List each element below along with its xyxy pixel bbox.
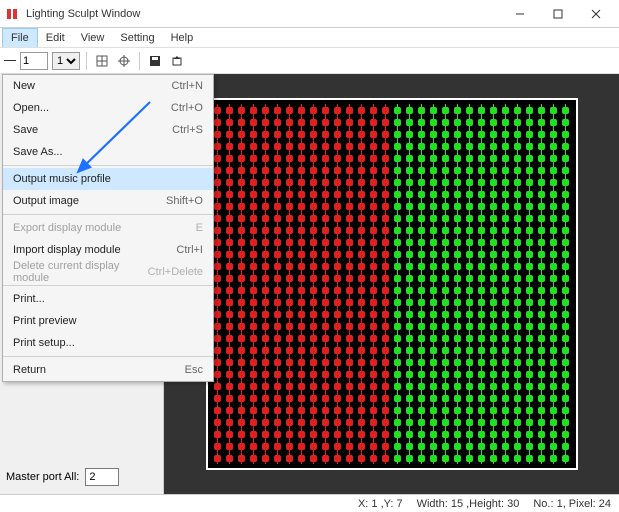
menu-file[interactable]: File [2, 28, 38, 47]
menu-item-output-music-profile[interactable]: Output music profile [3, 168, 213, 190]
master-port-label: Master port All: [6, 471, 79, 483]
menu-setting[interactable]: Setting [112, 28, 162, 47]
pixel-grid[interactable] [212, 104, 572, 464]
menu-item-print[interactable]: Print... [3, 288, 213, 310]
window-title: Lighting Sculpt Window [26, 8, 501, 20]
status-dims: Width: 15 ,Height: 30 [417, 498, 520, 510]
titlebar: Lighting Sculpt Window [0, 0, 619, 28]
window-controls [501, 2, 615, 26]
app-icon [4, 6, 20, 22]
menu-item-open[interactable]: Open...Ctrl+O [3, 97, 213, 119]
separator [139, 52, 140, 70]
line-style-icon [4, 60, 16, 61]
menu-item-return[interactable]: ReturnEsc [3, 359, 213, 381]
size-select[interactable]: 1 [52, 52, 80, 70]
canvas-viewport[interactable] [164, 74, 619, 494]
menu-view[interactable]: View [73, 28, 113, 47]
menu-help[interactable]: Help [163, 28, 202, 47]
grid-icon[interactable] [93, 52, 111, 70]
minimize-button[interactable] [501, 2, 539, 26]
crosshair-icon[interactable] [115, 52, 133, 70]
menu-edit[interactable]: Edit [38, 28, 73, 47]
line-width-input[interactable] [20, 52, 48, 70]
menu-item-new[interactable]: NewCtrl+N [3, 75, 213, 97]
menu-item-export-display-module: Export display moduleE [3, 217, 213, 239]
status-cursor: X: 1 ,Y: 7 [358, 498, 403, 510]
save-icon[interactable] [146, 52, 164, 70]
statusbar: X: 1 ,Y: 7 Width: 15 ,Height: 30 No.: 1,… [0, 494, 619, 512]
menu-item-save-as[interactable]: Save As... [3, 141, 213, 163]
file-menu-dropdown: NewCtrl+NOpen...Ctrl+OSaveCtrl+SSave As.… [2, 74, 214, 382]
canvas-frame [206, 98, 578, 470]
menubar: FileEditViewSettingHelp [0, 28, 619, 48]
maximize-button[interactable] [539, 2, 577, 26]
toolbar: 1 [0, 48, 619, 74]
export-icon[interactable] [168, 52, 186, 70]
menu-item-print-preview[interactable]: Print preview [3, 310, 213, 332]
master-port-row: Master port All: [4, 464, 159, 490]
menu-item-output-image[interactable]: Output imageShift+O [3, 190, 213, 212]
separator [86, 52, 87, 70]
content-area: NewCtrl+NOpen...Ctrl+OSaveCtrl+SSave As.… [0, 74, 619, 494]
status-info: No.: 1, Pixel: 24 [533, 498, 611, 510]
menu-item-import-display-module[interactable]: Import display moduleCtrl+I [3, 239, 213, 261]
menu-item-save[interactable]: SaveCtrl+S [3, 119, 213, 141]
close-button[interactable] [577, 2, 615, 26]
menu-item-delete-current-display-module: Delete current display moduleCtrl+Delete [3, 261, 213, 283]
menu-item-print-setup[interactable]: Print setup... [3, 332, 213, 354]
master-port-input[interactable] [85, 468, 119, 486]
